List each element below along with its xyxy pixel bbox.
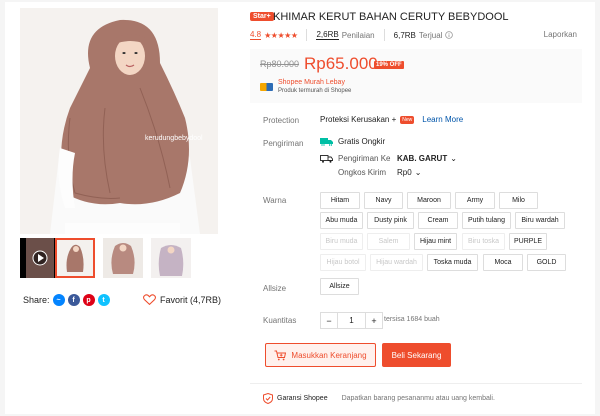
quantity-input[interactable]: 1 bbox=[338, 312, 365, 329]
facebook-icon[interactable]: f bbox=[67, 294, 80, 306]
quantity-decrease-button[interactable]: − bbox=[320, 312, 338, 329]
free-shipping-row: Gratis Ongkir bbox=[320, 137, 385, 146]
info-icon[interactable] bbox=[445, 31, 454, 39]
stock-text: tersisa 1684 buah bbox=[384, 316, 440, 323]
current-price: Rp65.000 bbox=[304, 54, 378, 73]
thumbnail-2[interactable] bbox=[103, 238, 143, 278]
video-thumbnail-icon bbox=[20, 238, 60, 278]
sold-count: 6,7RB bbox=[393, 30, 416, 40]
thumbnail-1[interactable] bbox=[55, 238, 95, 278]
hijab-thumbnail-icon bbox=[57, 240, 93, 276]
favorite-button[interactable]: Favorit (4,7RB) bbox=[143, 294, 221, 305]
twitter-icon[interactable]: t bbox=[97, 294, 110, 306]
report-link[interactable]: Laporkan bbox=[544, 30, 577, 39]
shipping-to-row: Pengiriman Ke KAB. GARUT ⌄ bbox=[320, 154, 457, 163]
shipping-label: Pengiriman bbox=[263, 139, 304, 148]
color-option-hitam[interactable]: Hitam bbox=[320, 192, 360, 209]
quantity-increase-button[interactable]: + bbox=[365, 312, 383, 329]
sold-label: Terjual bbox=[418, 30, 443, 40]
rating-row: 4.8 ★★★★★ 2,6RB Penilaian 6,7RB Terjual bbox=[250, 29, 454, 41]
color-option-abu-muda[interactable]: Abu muda bbox=[320, 212, 363, 229]
color-option-gold[interactable]: GOLD bbox=[527, 254, 566, 271]
color-option-purple[interactable]: PURPLE bbox=[509, 233, 547, 250]
pinterest-icon[interactable]: p bbox=[82, 294, 95, 306]
chevron-down-icon[interactable]: ⌄ bbox=[450, 154, 457, 163]
thumbnail-3[interactable] bbox=[151, 238, 191, 278]
price-box: Rp80.000 Rp65.000 19% OFF Shopee Murah L… bbox=[250, 49, 582, 103]
shipping-to-value[interactable]: KAB. GARUT bbox=[397, 154, 447, 163]
color-option-biru-muda: Biru muda bbox=[320, 233, 363, 250]
divider bbox=[250, 383, 582, 384]
add-to-cart-button[interactable]: Masukkan Keranjang bbox=[265, 343, 376, 367]
promo-title[interactable]: Shopee Murah Lebay bbox=[278, 79, 345, 86]
learn-more-link[interactable]: Learn More bbox=[422, 115, 463, 124]
watermark-text: kerudungbebydool bbox=[145, 135, 203, 142]
shipping-cost-value[interactable]: Rp0 bbox=[397, 168, 412, 177]
product-title: KHIMAR KERUT BAHAN CERUTY BEBYDOOL bbox=[273, 11, 509, 23]
new-badge: New bbox=[400, 115, 415, 124]
guarantee-title[interactable]: Garansi Shopee bbox=[277, 395, 328, 402]
size-option-allsize[interactable]: Allsize bbox=[320, 278, 359, 295]
buy-now-button[interactable]: Beli Sekarang bbox=[382, 343, 451, 367]
color-option-milo[interactable]: Milo bbox=[499, 192, 538, 209]
share-row: Share: ~ f p t bbox=[23, 294, 110, 306]
guarantee-row: Garansi Shopee Dapatkan barang pesananmu… bbox=[263, 393, 495, 404]
messenger-icon[interactable]: ~ bbox=[52, 294, 65, 306]
color-option-cream[interactable]: Cream bbox=[418, 212, 458, 229]
color-option-dusty-pink[interactable]: Dusty pink bbox=[367, 212, 414, 229]
color-option-salem: Salem bbox=[367, 233, 410, 250]
color-option-biru-wardah[interactable]: Biru wardah bbox=[515, 212, 565, 229]
color-label: Warna bbox=[263, 196, 287, 205]
hijab-thumbnail-icon bbox=[151, 238, 191, 278]
product-card: kerudungbebydool Share: ~ f p t Favorit … bbox=[5, 2, 595, 414]
color-option-putih-tulang[interactable]: Putih tulang bbox=[462, 212, 511, 229]
add-to-cart-label: Masukkan Keranjang bbox=[291, 350, 367, 360]
color-option-biru-toska: Biru toska bbox=[462, 233, 505, 250]
color-option-toska-muda[interactable]: Toska muda bbox=[427, 254, 478, 271]
quantity-label: Kuantitas bbox=[263, 316, 297, 325]
guarantee-text: Dapatkan barang pesananmu atau uang kemb… bbox=[341, 395, 495, 402]
ratings-count[interactable]: 2,6RB bbox=[316, 30, 339, 40]
ratings-label: Penilaian bbox=[341, 30, 375, 40]
truck-icon bbox=[320, 155, 333, 163]
color-option-moca[interactable]: Moca bbox=[483, 254, 523, 271]
color-option-army[interactable]: Army bbox=[455, 192, 495, 209]
chevron-down-icon[interactable]: ⌄ bbox=[415, 168, 422, 177]
hijab-model-illustration: kerudungbebydool bbox=[20, 8, 218, 234]
shipping-cost-label: Ongkos Kirim bbox=[338, 168, 387, 177]
share-label: Share: bbox=[23, 295, 50, 305]
rating-value[interactable]: 4.8 bbox=[250, 30, 262, 40]
free-shipping-truck-icon bbox=[320, 138, 333, 146]
protection-value: Proteksi Kerusakan + bbox=[320, 115, 397, 124]
shipping-cost-row: Ongkos Kirim Rp0 ⌄ bbox=[338, 168, 421, 177]
discount-badge: 19% OFF bbox=[374, 61, 404, 69]
thumbnail-video[interactable] bbox=[20, 238, 60, 278]
shipping-to-label: Pengiriman Ke bbox=[338, 154, 391, 163]
color-option-hijau-mint[interactable]: Hijau mint bbox=[414, 233, 457, 250]
free-shipping-text: Gratis Ongkir bbox=[338, 137, 386, 146]
favorite-label: Favorit (4,7RB) bbox=[160, 294, 222, 305]
star-plus-badge: Star+ bbox=[250, 12, 274, 21]
color-option-maroon[interactable]: Maroon bbox=[407, 192, 451, 209]
protection-row: Proteksi Kerusakan + New Learn More bbox=[320, 115, 463, 124]
cart-plus-icon bbox=[274, 350, 287, 360]
promo-subtitle: Produk termurah di Shopee bbox=[278, 88, 352, 94]
original-price: Rp80.000 bbox=[260, 59, 300, 69]
size-label: Allsize bbox=[263, 284, 287, 293]
color-option-navy[interactable]: Navy bbox=[364, 192, 403, 209]
color-option-hijau-botol: Hijau botol bbox=[320, 254, 366, 271]
heart-icon bbox=[143, 294, 156, 305]
product-main-image[interactable]: kerudungbebydool bbox=[20, 8, 218, 234]
rating-stars-icon: ★★★★★ bbox=[264, 30, 298, 40]
hijab-thumbnail-icon bbox=[103, 238, 143, 278]
protection-label: Protection bbox=[263, 116, 300, 125]
quantity-stepper: − 1 + bbox=[320, 312, 383, 329]
shield-icon bbox=[263, 393, 273, 404]
color-option-hijau-wardah: Hijau wardah bbox=[370, 254, 423, 271]
murah-lebay-logo-icon bbox=[260, 83, 273, 91]
